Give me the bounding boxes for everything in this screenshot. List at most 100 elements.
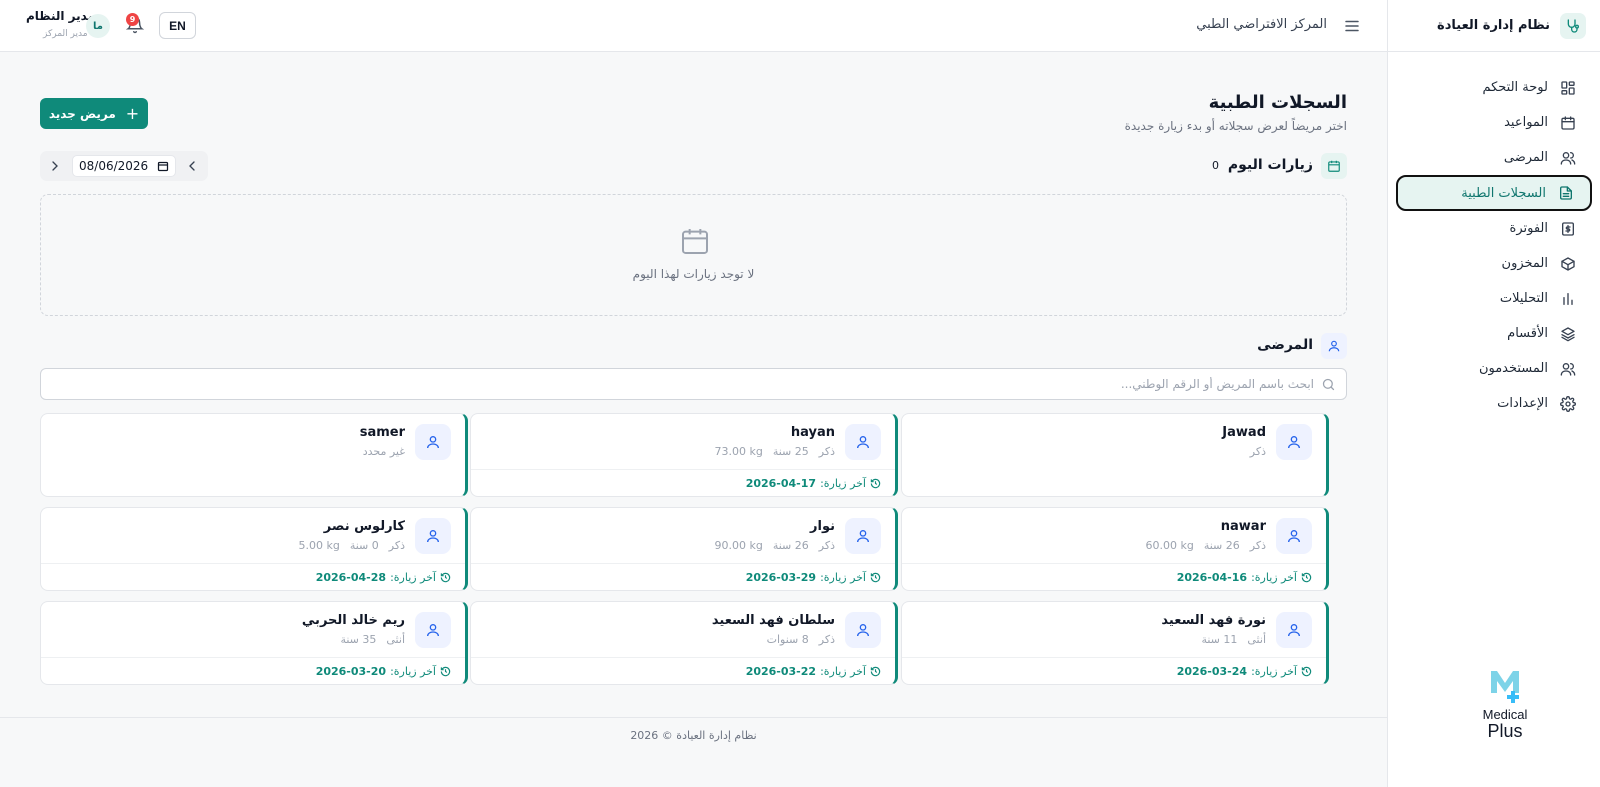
patient-age: 26 سنة	[772, 539, 809, 552]
sidebar-item-7[interactable]: الأقسام	[1396, 316, 1592, 351]
gear-icon	[1560, 395, 1576, 412]
history-icon	[870, 572, 881, 583]
user-icon	[1321, 333, 1347, 359]
last-visit: آخر زيارة: 2026-04-16	[1177, 571, 1312, 584]
last-visit: آخر زيارة: 2026-03-20	[316, 665, 451, 678]
card-divider	[471, 657, 895, 658]
sidebar: نظام إدارة العيادة لوحة التحكم المواعيد ال…	[1387, 0, 1600, 787]
dollar-icon	[1562, 221, 1574, 236]
calendar-icon	[1321, 153, 1347, 179]
chevron-right-icon[interactable]	[47, 158, 63, 174]
sidebar-nav: لوحة التحكم المواعيد المرضى السجلات الطبية ا…	[1388, 52, 1600, 421]
last-visit-label: آخر زيارة:	[1251, 571, 1297, 584]
patient-weight: 73.00 kg	[714, 445, 763, 458]
menu-icon[interactable]	[1343, 17, 1361, 35]
last-visit-date: 2026-04-17	[745, 477, 817, 490]
sidebar-item-label: التحليلات	[1499, 291, 1548, 306]
main-content: السجلات الطبية اختر مريضاً لعرض سجلاته أ…	[0, 52, 1387, 752]
patient-card[interactable]: كارلوس نصر ذكر 0 سنة 5.00 kg آخر زيارة: 2026-…	[40, 507, 468, 591]
user-icon	[857, 624, 869, 637]
patient-card[interactable]: nawar ذكر 26 سنة 60.00 kg آخر زيارة: 2026-04-…	[901, 507, 1329, 591]
history-icon	[870, 478, 881, 489]
patient-meta: أنثى 11 سنة	[1201, 633, 1266, 646]
notification-badge: 9	[126, 13, 139, 26]
patient-card[interactable]: ريم خالد الحربي أنثى 35 سنة آخر زيارة: 2026-…	[40, 601, 468, 685]
empty-state-text: لا توجد زيارات لهذا اليوم	[632, 267, 755, 281]
patient-card[interactable]: samer غير محدد	[40, 413, 468, 497]
sidebar-item-2[interactable]: المرضى	[1396, 140, 1592, 175]
sidebar-item-5[interactable]: المخزون	[1396, 246, 1592, 281]
patient-avatar	[1276, 612, 1312, 648]
patient-meta: ذكر 26 سنة 60.00 kg	[1146, 539, 1267, 552]
patient-meta: ذكر 26 سنة 90.00 kg	[715, 539, 836, 552]
medical-plus-logo: Medical Plus	[1470, 667, 1540, 747]
plus-icon: +	[125, 103, 140, 123]
history-icon	[870, 666, 881, 677]
patient-avatar	[1276, 424, 1312, 460]
sidebar-item-4[interactable]: الفوترة	[1396, 211, 1592, 246]
card-divider	[41, 657, 465, 658]
last-visit-label: آخر زيارة:	[1251, 665, 1297, 678]
user-name: مدير النظام	[26, 9, 96, 23]
sidebar-item-1[interactable]: المواعيد	[1396, 105, 1592, 140]
patient-gender: غير محدد	[362, 445, 405, 458]
patient-age: 35 سنة	[340, 633, 377, 646]
patient-gender: أنثى	[386, 633, 405, 646]
app-title: نظام إدارة العيادة	[1437, 18, 1550, 33]
patient-card[interactable]: نوار ذكر 26 سنة 90.00 kg آخر زيارة: 2026-03-2…	[470, 507, 898, 591]
sidebar-item-3[interactable]: السجلات الطبية	[1396, 175, 1592, 211]
calendar-picker-icon[interactable]	[157, 160, 169, 172]
sidebar-item-label: المخزون	[1501, 256, 1548, 271]
card-divider	[902, 563, 1326, 564]
patient-age: 26 سنة	[1203, 539, 1240, 552]
patient-gender: ذكر	[388, 539, 405, 552]
sidebar-item-0[interactable]: لوحة التحكم	[1396, 70, 1592, 105]
avatar[interactable]: ما	[86, 14, 110, 38]
history-icon	[440, 666, 451, 677]
patient-weight: 90.00 kg	[714, 539, 763, 552]
new-patient-button[interactable]: + مريض جديد	[40, 98, 148, 129]
patient-meta: غير محدد	[363, 445, 405, 458]
patient-meta: ذكر	[1250, 445, 1266, 458]
today-visits-empty-state: لا توجد زيارات لهذا اليوم	[40, 194, 1347, 316]
patient-card[interactable]: hayan ذكر 25 سنة 73.00 kg آخر زيارة: 2026-04-…	[470, 413, 898, 497]
user-icon	[427, 436, 439, 449]
layers-icon	[1561, 326, 1575, 341]
patient-name: كارلوس نصر	[323, 519, 405, 534]
search-icon	[1322, 378, 1335, 391]
box-icon	[1561, 256, 1575, 271]
patient-card[interactable]: Jawad ذكر	[901, 413, 1329, 497]
patient-avatar	[415, 424, 451, 460]
patient-card[interactable]: سلطان فهد السعيد ذكر 8 سنوات آخر زيارة: 2026…	[470, 601, 898, 685]
search-input[interactable]	[54, 369, 1314, 399]
user-icon	[427, 530, 439, 543]
date-input[interactable]: 08/06/2026	[72, 155, 176, 177]
patient-name: Jawad	[1222, 425, 1266, 440]
sidebar-item-6[interactable]: التحليلات	[1396, 281, 1592, 316]
date-navigator: 08/06/2026	[40, 151, 208, 181]
sidebar-item-label: لوحة التحكم	[1482, 80, 1548, 95]
sidebar-item-9[interactable]: الإعدادات	[1396, 386, 1592, 421]
patients-grid: Jawad ذكر hayan ذكر 25 سنة 73.00 kg آخر زيارة:…	[40, 413, 1347, 693]
patient-gender: ذكر	[818, 539, 835, 552]
user-role: مدير المركز	[43, 29, 88, 39]
patient-avatar	[845, 612, 881, 648]
patient-weight: 60.00 kg	[1145, 539, 1194, 552]
user-icon	[427, 624, 439, 637]
last-visit-date: 2026-03-20	[315, 665, 387, 678]
patient-name: samer	[359, 425, 405, 440]
history-icon	[1301, 666, 1312, 677]
patient-meta: ذكر 8 سنوات	[767, 633, 835, 646]
last-visit-date: 2026-03-29	[745, 571, 817, 584]
patient-card[interactable]: نورة فهد السعيد أنثى 11 سنة آخر زيارة: 2026-…	[901, 601, 1329, 685]
patient-age: 25 سنة	[772, 445, 809, 458]
language-button[interactable]: EN	[159, 12, 196, 39]
patient-gender: ذكر	[1249, 539, 1266, 552]
patient-avatar	[845, 518, 881, 554]
chevron-left-icon[interactable]	[184, 158, 200, 174]
sidebar-item-8[interactable]: المستخدمون	[1396, 351, 1592, 386]
last-visit: آخر زيارة: 2026-04-17	[746, 477, 881, 490]
patient-search	[40, 368, 1347, 400]
last-visit-date: 2026-04-16	[1176, 571, 1248, 584]
page-title: السجلات الطبية	[1208, 92, 1347, 113]
